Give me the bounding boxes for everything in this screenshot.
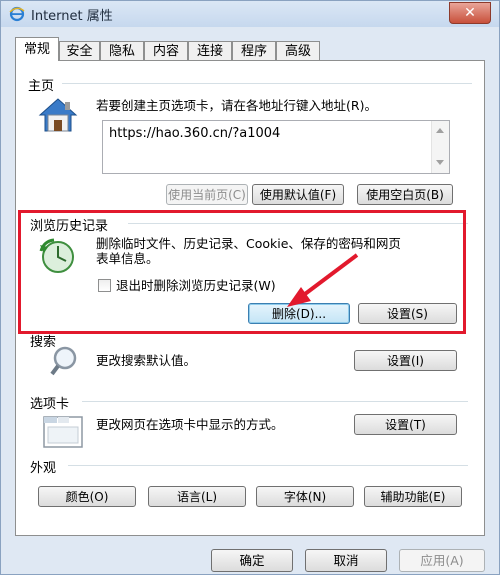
fonts-button[interactable]: 字体(N)	[256, 486, 354, 507]
accessibility-button[interactable]: 辅助功能(E)	[364, 486, 462, 507]
home-page-group-title: 主页	[28, 79, 55, 94]
internet-explorer-icon	[9, 6, 25, 22]
home-page-address-input[interactable]: https://hao.360.cn/?a1004	[102, 120, 450, 174]
tabs-description: 更改网页在选项卡中显示的方式。	[96, 417, 284, 432]
languages-button[interactable]: 语言(L)	[148, 486, 246, 507]
group-divider	[62, 83, 472, 84]
appearance-group-title: 外观	[30, 461, 57, 476]
colors-button[interactable]: 颜色(O)	[38, 486, 136, 507]
home-page-url: https://hao.360.cn/?a1004	[109, 126, 281, 141]
internet-options-window: Internet 属性 ✕ 常规 安全 隐私 内容 连接 程序 高级 主页 若要…	[0, 0, 500, 575]
use-blank-button[interactable]: 使用空白页(B)	[357, 184, 453, 205]
close-button[interactable]: ✕	[449, 2, 491, 24]
tabs-settings-button[interactable]: 设置(T)	[354, 414, 457, 435]
scroll-down-icon[interactable]	[436, 160, 444, 165]
house-icon	[38, 98, 78, 132]
tab-general[interactable]: 常规	[15, 37, 59, 61]
tab-advanced[interactable]: 高级	[276, 41, 320, 60]
scroll-up-icon[interactable]	[436, 128, 444, 133]
cancel-button[interactable]: 取消	[305, 549, 387, 572]
address-scrollbar[interactable]	[431, 121, 449, 173]
ok-button[interactable]: 确定	[211, 549, 293, 572]
title-bar[interactable]: Internet 属性 ✕	[1, 1, 499, 27]
tab-programs[interactable]: 程序	[232, 41, 276, 60]
use-default-button[interactable]: 使用默认值(F)	[252, 184, 344, 205]
apply-button[interactable]: 应用(A)	[399, 549, 485, 572]
tabs-group-title: 选项卡	[30, 397, 70, 412]
search-settings-button[interactable]: 设置(I)	[354, 350, 457, 371]
close-icon: ✕	[464, 5, 476, 21]
home-page-description: 若要创建主页选项卡，请在各地址行键入地址(R)。	[96, 98, 377, 113]
search-magnifier-icon	[50, 346, 77, 376]
tab-security[interactable]: 安全	[59, 41, 100, 60]
tab-privacy[interactable]: 隐私	[100, 41, 144, 60]
search-description: 更改搜索默认值。	[96, 353, 197, 368]
annotation-highlight-box	[18, 210, 466, 334]
window-title: Internet 属性	[31, 9, 113, 24]
tab-content[interactable]: 内容	[144, 41, 188, 60]
tabbed-window-icon	[43, 416, 83, 448]
tab-connections[interactable]: 连接	[188, 41, 232, 60]
group-divider	[68, 465, 468, 466]
use-current-button[interactable]: 使用当前页(C)	[166, 184, 248, 205]
group-divider	[82, 401, 468, 402]
